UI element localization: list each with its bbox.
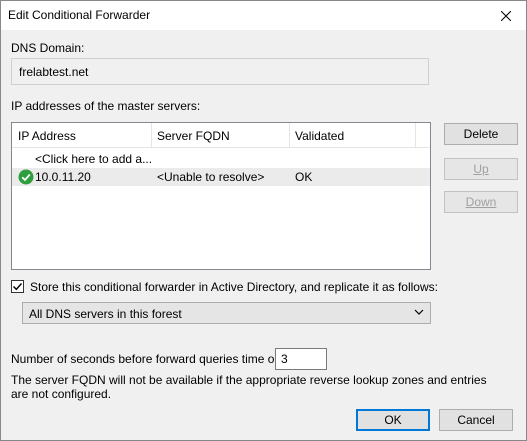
cancel-button[interactable]: Cancel	[439, 409, 513, 431]
dns-domain-field[interactable]: frelabtest.net	[11, 58, 429, 85]
server-fqdn-cell: <Unable to resolve>	[157, 170, 265, 184]
validated-cell: OK	[295, 170, 313, 184]
replication-scope-value: All DNS servers in this forest	[29, 307, 182, 321]
check-circle-icon	[18, 169, 34, 185]
add-entry-row[interactable]: <Click here to add a...	[12, 150, 430, 168]
delete-button-label: Delete	[463, 127, 499, 141]
master-servers-list[interactable]: IP Address Server FQDN Validated <Click …	[11, 122, 431, 270]
column-header-server-fqdn[interactable]: Server FQDN	[151, 123, 230, 148]
add-entry-text: <Click here to add a...	[35, 152, 153, 166]
dialog-title: Edit Conditional Forwarder	[8, 8, 151, 22]
up-button-label: Up	[473, 162, 489, 176]
master-servers-label: IP addresses of the master servers:	[11, 99, 201, 113]
title-bar: Edit Conditional Forwarder	[1, 1, 526, 30]
column-header-ip-address[interactable]: IP Address	[12, 123, 76, 148]
fqdn-note: The server FQDN will not be available if…	[11, 373, 487, 401]
dns-domain-value: frelabtest.net	[19, 65, 89, 79]
down-button[interactable]: Down	[444, 191, 518, 213]
dns-domain-label: DNS Domain:	[11, 41, 85, 55]
ok-button[interactable]: OK	[356, 409, 430, 431]
list-header: IP Address Server FQDN Validated	[12, 123, 430, 148]
cancel-button-label: Cancel	[457, 413, 495, 427]
column-divider[interactable]	[415, 123, 416, 148]
ip-address-cell: 10.0.11.20	[35, 170, 91, 184]
column-header-validated[interactable]: Validated	[289, 123, 344, 148]
chevron-down-icon	[414, 309, 424, 315]
checkmark-icon	[13, 283, 23, 291]
ok-button-label: OK	[384, 413, 402, 427]
down-button-label: Down	[465, 195, 497, 209]
up-button[interactable]: Up	[444, 158, 518, 180]
delete-button[interactable]: Delete	[444, 123, 518, 145]
replication-scope-dropdown[interactable]: All DNS servers in this forest	[22, 302, 431, 324]
timeout-label: Number of seconds before forward queries…	[11, 352, 288, 366]
timeout-input[interactable]: 3	[275, 348, 327, 370]
table-row[interactable]: 10.0.11.20 <Unable to resolve> OK	[12, 168, 430, 186]
store-in-ad-label[interactable]: Store this conditional forwarder in Acti…	[30, 280, 438, 294]
dialog-window: Edit Conditional Forwarder DNS Domain: f…	[0, 0, 527, 441]
timeout-value: 3	[281, 352, 288, 366]
close-button[interactable]	[486, 1, 526, 30]
store-in-ad-checkbox[interactable]	[11, 280, 24, 293]
close-icon	[501, 10, 511, 21]
